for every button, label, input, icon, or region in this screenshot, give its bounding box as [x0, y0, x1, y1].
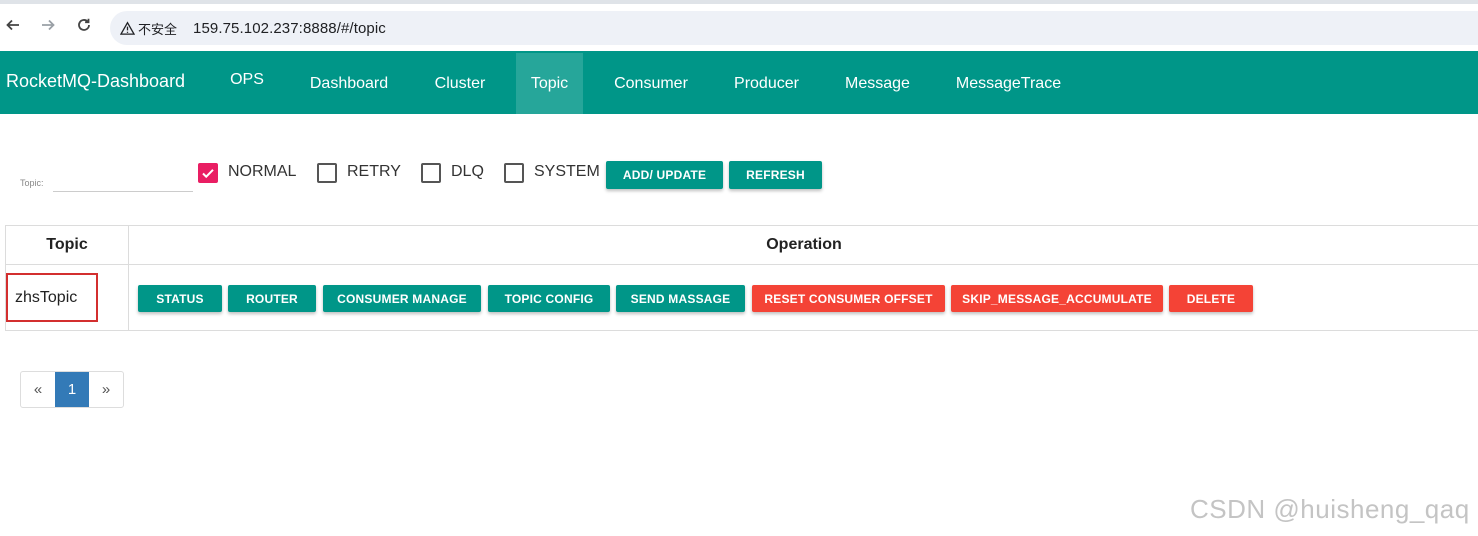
- back-arrow-icon[interactable]: [2, 14, 24, 36]
- watermark: CSDN @huisheng_qaq: [1190, 494, 1470, 524]
- url-text[interactable]: 159.75.102.237:8888/#/topic: [193, 20, 386, 37]
- system-checkbox[interactable]: [504, 163, 524, 183]
- skip-message-accumulate-button[interactable]: SKIP_MESSAGE_ACCUMULATE: [951, 285, 1163, 312]
- router-button[interactable]: ROUTER: [228, 285, 316, 312]
- add-update-button[interactable]: ADD/ UPDATE: [606, 161, 723, 189]
- normal-label[interactable]: NORMAL: [228, 163, 296, 181]
- retry-label[interactable]: RETRY: [347, 163, 401, 181]
- dlq-checkbox[interactable]: [421, 163, 441, 183]
- warning-triangle-icon: [120, 20, 135, 35]
- nav-cluster[interactable]: Cluster: [419, 53, 501, 114]
- pagination-next[interactable]: »: [89, 372, 123, 407]
- forward-arrow-icon[interactable]: [37, 14, 59, 36]
- reload-icon[interactable]: [73, 14, 95, 36]
- nav-ops[interactable]: OPS: [218, 49, 276, 110]
- pagination: « 1 »: [20, 371, 124, 408]
- security-warning[interactable]: 不安全: [120, 19, 177, 38]
- nav-message[interactable]: Message: [831, 53, 924, 114]
- topic-filter-label: Topic:: [20, 178, 44, 188]
- send-message-button[interactable]: SEND MASSAGE: [616, 285, 745, 312]
- consumer-manage-button[interactable]: CONSUMER MANAGE: [323, 285, 481, 312]
- topic-config-button[interactable]: TOPIC CONFIG: [488, 285, 610, 312]
- nav-consumer[interactable]: Consumer: [600, 53, 702, 114]
- topic-table: Topic Operation zhsTopic: [5, 225, 1478, 331]
- browser-toolbar: 不安全 159.75.102.237:8888/#/topic: [0, 0, 1478, 51]
- status-button[interactable]: STATUS: [138, 285, 222, 312]
- header-topic: Topic: [6, 226, 129, 265]
- nav-messagetrace[interactable]: MessageTrace: [943, 53, 1074, 114]
- normal-checkbox[interactable]: [198, 163, 218, 183]
- nav-dashboard[interactable]: Dashboard: [297, 53, 401, 114]
- app-navbar: RocketMQ-Dashboard OPS Dashboard Cluster…: [0, 51, 1478, 114]
- retry-checkbox[interactable]: [317, 163, 337, 183]
- dlq-label[interactable]: DLQ: [451, 163, 484, 181]
- header-operation: Operation: [129, 226, 1478, 265]
- system-label[interactable]: SYSTEM: [534, 163, 600, 181]
- refresh-button[interactable]: REFRESH: [729, 161, 822, 189]
- pagination-prev[interactable]: «: [21, 372, 55, 407]
- checkmark-icon: [202, 169, 214, 179]
- nav-topic[interactable]: Topic: [516, 53, 583, 114]
- pagination-page-1[interactable]: 1: [55, 372, 89, 407]
- address-bar[interactable]: 不安全 159.75.102.237:8888/#/topic: [110, 11, 1478, 45]
- table-row: zhsTopic: [6, 265, 129, 330]
- nav-producer[interactable]: Producer: [720, 53, 813, 114]
- topic-filter-input[interactable]: [53, 170, 193, 192]
- security-label: 不安全: [138, 21, 178, 37]
- brand-title[interactable]: RocketMQ-Dashboard: [6, 71, 185, 92]
- delete-button[interactable]: DELETE: [1169, 285, 1253, 312]
- topic-name-cell: zhsTopic: [6, 273, 98, 322]
- reset-consumer-offset-button[interactable]: RESET CONSUMER OFFSET: [752, 285, 945, 312]
